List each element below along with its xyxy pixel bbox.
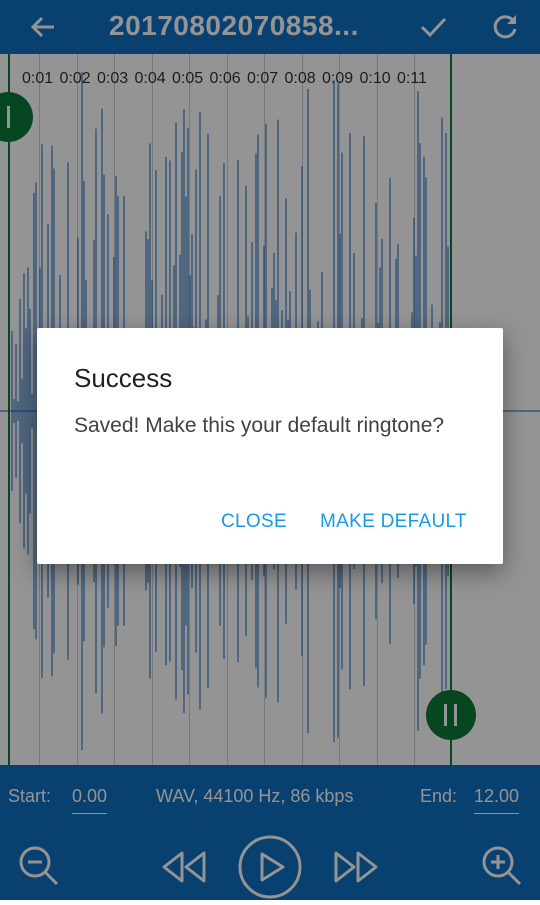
dialog-title: Success: [74, 363, 173, 393]
dialog-message: Saved! Make this your default ringtone?: [74, 414, 445, 437]
close-button[interactable]: CLOSE: [221, 511, 287, 533]
make-default-button[interactable]: MAKE DEFAULT: [320, 511, 467, 533]
success-dialog: Success Saved! Make this your default ri…: [37, 328, 503, 564]
